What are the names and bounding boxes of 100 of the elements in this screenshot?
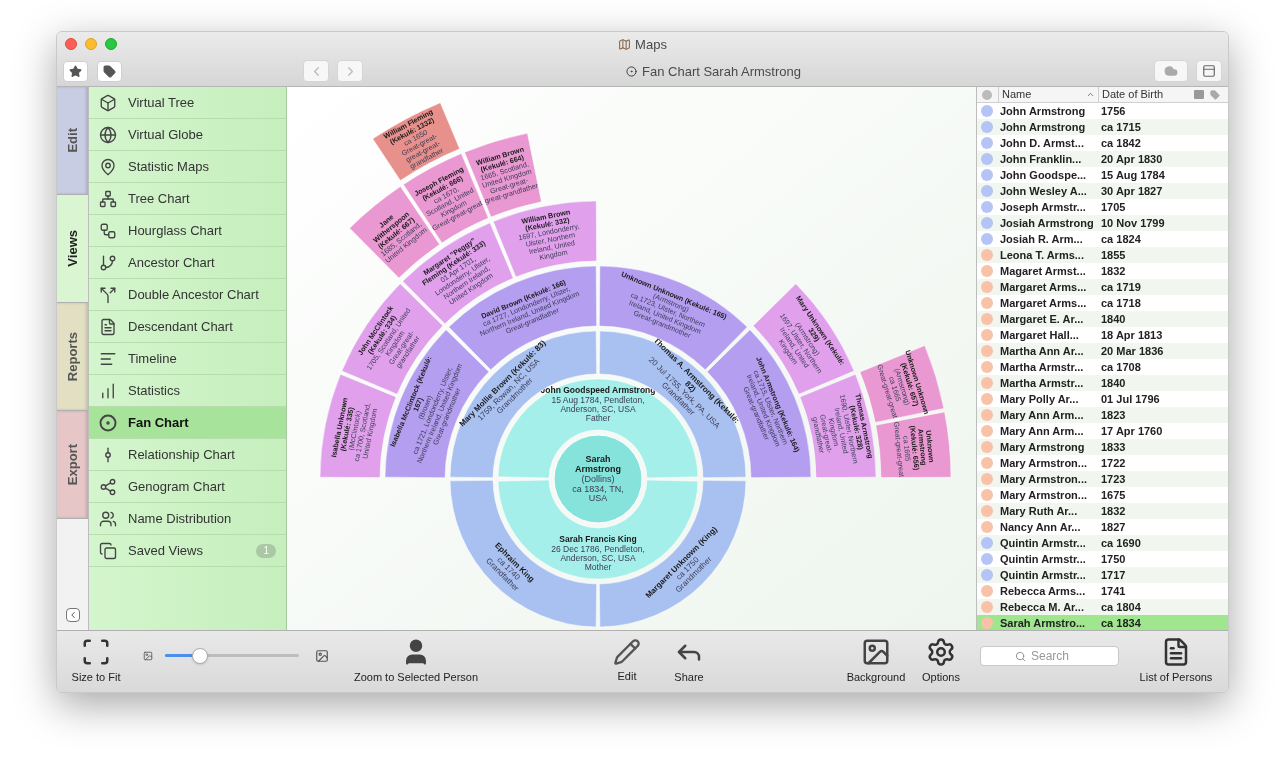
back-button[interactable]	[303, 60, 329, 83]
size-to-fit-button[interactable]: Size to Fit	[65, 637, 127, 686]
cloud-icon	[1164, 64, 1178, 79]
map-icon	[618, 37, 632, 51]
person-row[interactable]: John Franklin... 20 Apr 1830	[977, 151, 1228, 167]
slider-thumb[interactable]	[191, 647, 208, 664]
sidebar-label: Hourglass Chart	[128, 221, 222, 240]
small-image-icon[interactable]	[143, 650, 153, 661]
edit-button[interactable]: Edit	[605, 638, 649, 685]
sidebar-item[interactable]: Ancestor Chart	[89, 247, 286, 279]
side-tab[interactable]: Reports	[57, 303, 88, 411]
person-row[interactable]: Sarah Armstro... ca 1834	[977, 615, 1228, 631]
person-row[interactable]: Josiah Armstrong 10 Nov 1799	[977, 215, 1228, 231]
person-row[interactable]: John Wesley A... 30 Apr 1827	[977, 183, 1228, 199]
sidebar-label: Timeline	[128, 349, 177, 368]
sidebar-item[interactable]: Relationship Chart	[89, 439, 286, 471]
list-of-persons-button[interactable]: List of Persons	[1131, 637, 1221, 686]
birth-date: 1840	[1101, 375, 1126, 391]
cloud-button[interactable]	[1154, 60, 1188, 83]
hourglass-chart-icon	[99, 221, 117, 240]
panel-button[interactable]	[1196, 60, 1222, 83]
sidebar-item[interactable]: Name Distribution	[89, 503, 286, 535]
sidebar-item[interactable]: Tree Chart	[89, 183, 286, 215]
person-name: John Wesley A...	[1000, 183, 1088, 199]
close-icon[interactable]	[65, 38, 77, 51]
person-row[interactable]: Quintin Armstr... 1717	[977, 567, 1228, 583]
person-name: Mary Polly Ar...	[1000, 391, 1080, 407]
sidebar-item[interactable]: Statistic Maps	[89, 151, 286, 183]
person-row[interactable]: Mary Ruth Ar... 1832	[977, 503, 1228, 519]
person-name: Martha Ann Ar...	[1000, 343, 1085, 359]
birth-date: 1741	[1101, 583, 1126, 599]
sort-icon	[1086, 90, 1095, 99]
sidebar-label: Statistics	[128, 381, 180, 400]
sidebar-item[interactable]: Hourglass Chart	[89, 215, 286, 247]
birth-date: 1722	[1101, 455, 1126, 471]
tree-chart-icon	[99, 189, 117, 208]
sidebar-item[interactable]: Genogram Chart	[89, 471, 286, 503]
sidebar-label: Virtual Tree	[128, 93, 195, 112]
person-row[interactable]: Mary Armstrong 1833	[977, 439, 1228, 455]
sidebar-item[interactable]: Virtual Globe	[89, 119, 286, 151]
person-row[interactable]: Martha Ann Ar... 20 Mar 1836	[977, 343, 1228, 359]
person-name: Mary Ann Arm...	[1000, 407, 1085, 423]
fan-chart-icon	[99, 413, 117, 432]
person-name: Quintin Armstr...	[1000, 535, 1087, 551]
person-name: Margaret Arms...	[1000, 295, 1088, 311]
tag-button[interactable]	[97, 60, 122, 82]
star-icon	[69, 64, 82, 78]
column-header[interactable]: Date of Birth	[1098, 87, 1192, 102]
zoom-icon[interactable]	[105, 38, 117, 51]
birth-date: 1717	[1101, 567, 1126, 583]
zoom-to-person-button[interactable]: Zoom to Selected Person	[341, 637, 491, 686]
tag-icon	[103, 64, 116, 78]
sidebar-item[interactable]: Timeline	[89, 343, 286, 375]
window-title: Maps	[635, 35, 667, 54]
genogram-icon	[99, 477, 117, 496]
person-row[interactable]: Margaret E. Ar... 1840	[977, 311, 1228, 327]
birth-date: 1855	[1101, 247, 1126, 263]
person-name: Mary Ruth Ar...	[1000, 503, 1079, 519]
birth-date: 30 Apr 1827	[1101, 183, 1163, 199]
share-button[interactable]: Share	[667, 637, 711, 686]
branch-icon	[99, 253, 117, 272]
search-field[interactable]: Search	[980, 645, 1119, 666]
sidebar-item[interactable]: Double Ancestor Chart	[89, 279, 286, 311]
collapse-button[interactable]	[65, 608, 80, 622]
large-image-icon[interactable]	[315, 648, 329, 663]
column-header[interactable]: Name	[998, 87, 1098, 102]
minimize-icon[interactable]	[85, 38, 97, 51]
count-badge: 1	[256, 543, 276, 558]
forward-button[interactable]	[337, 60, 363, 83]
person-row[interactable]: Leona T. Arms... 1855	[977, 247, 1228, 263]
background-button[interactable]: Background	[838, 637, 914, 686]
birth-date: ca 1718	[1101, 295, 1141, 311]
document-icon	[99, 317, 117, 336]
birth-date: 1705	[1101, 199, 1126, 215]
birth-date: ca 1834	[1101, 615, 1141, 631]
side-tab[interactable]: Edit	[57, 87, 88, 195]
options-button[interactable]: Options	[916, 637, 966, 686]
person-row[interactable]: John Armstrong ca 1715	[977, 119, 1228, 135]
sidebar-item[interactable]: Fan Chart	[89, 407, 286, 439]
birth-date: 10 Nov 1799	[1101, 215, 1165, 231]
zoom-slider[interactable]	[165, 646, 299, 665]
person-row[interactable]: Rebecca M. Ar... ca 1804	[977, 599, 1228, 615]
person-row[interactable]: Margaret Arms... ca 1719	[977, 279, 1228, 295]
sidebar-label: Name Distribution	[128, 509, 232, 528]
sidebar-item[interactable]: Saved Views 1	[89, 535, 286, 567]
sidebar-item[interactable]: Virtual Tree	[89, 87, 286, 119]
person-row[interactable]: Mary Ann Arm... 1823	[977, 407, 1228, 423]
side-tab[interactable]: Export	[57, 411, 88, 519]
side-tab[interactable]: Views	[57, 195, 88, 303]
favorites-button[interactable]	[63, 60, 88, 82]
person-row[interactable]: Quintin Armstr... ca 1690	[977, 535, 1228, 551]
person-name: Josiah Armstrong	[1000, 215, 1095, 231]
people-icon	[99, 509, 117, 528]
person-name: John Armstrong	[1000, 119, 1087, 135]
person-name: Mary Ann Arm...	[1000, 423, 1085, 439]
person-row[interactable]: Mary Armstron... 1723	[977, 471, 1228, 487]
tag-icon[interactable]	[1210, 89, 1220, 100]
split-icon	[99, 285, 117, 304]
person-row[interactable]: Martha Armstr... 1840	[977, 375, 1228, 391]
sidebar-item[interactable]: Descendant Chart	[89, 311, 286, 343]
